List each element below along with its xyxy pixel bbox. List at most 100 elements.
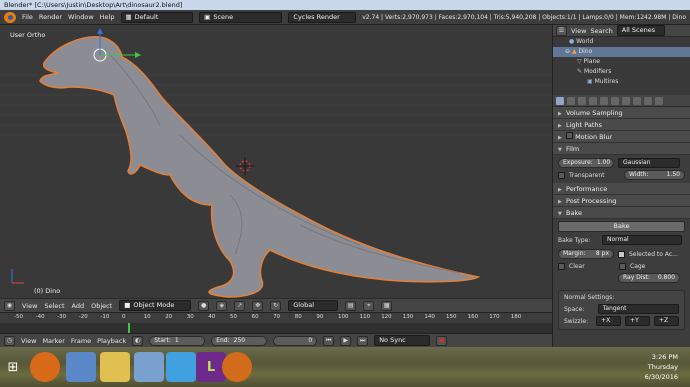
panel-motion-blur[interactable]: ▶ Motion Blur xyxy=(553,131,690,143)
margin-field[interactable]: Margin: 8 px xyxy=(558,249,614,259)
menu-window[interactable]: Window xyxy=(68,13,94,21)
3d-viewport[interactable]: User Ortho (0) Dino xyxy=(0,25,552,298)
bake-type-select[interactable]: Normal xyxy=(602,235,682,245)
play-icon[interactable]: ▶ xyxy=(340,335,352,346)
photos-app-icon[interactable] xyxy=(66,352,96,382)
layers-icon[interactable]: ▤ xyxy=(345,300,357,311)
gizmo-z-arrow-icon[interactable] xyxy=(97,28,103,34)
swizzle-z-select[interactable]: +Z xyxy=(654,316,679,326)
timeline-editor-icon[interactable]: ◷ xyxy=(4,335,15,346)
bake-button[interactable]: Bake xyxy=(558,221,685,232)
texture-tab-icon[interactable] xyxy=(655,96,663,105)
timeline-track[interactable] xyxy=(0,323,552,333)
image-viewer-icon[interactable] xyxy=(166,352,196,382)
shading-icon[interactable]: ● xyxy=(198,300,210,311)
blender-taskbar-icon[interactable] xyxy=(222,352,252,382)
ray-dist-row: Ray Dist: 0.800 xyxy=(553,272,690,284)
file-explorer-icon[interactable] xyxy=(134,352,164,382)
clear-checkbox[interactable] xyxy=(558,262,565,270)
preview-range-icon[interactable]: ◐ xyxy=(132,335,144,346)
end-frame-field[interactable]: End: 250 xyxy=(211,335,268,346)
bake-type-value: Normal xyxy=(607,236,629,243)
panel-film[interactable]: ▼ Film xyxy=(553,143,690,155)
world-tab-icon[interactable] xyxy=(589,96,597,105)
ray-dist-field[interactable]: Ray Dist: 0.800 xyxy=(618,273,680,283)
swizzle-y-select[interactable]: +Y xyxy=(625,316,651,326)
exposure-field[interactable]: Exposure: 1.00 xyxy=(558,158,614,168)
mode-select[interactable]: ■ Object Mode xyxy=(119,300,192,311)
vp-menu-view[interactable]: View xyxy=(22,302,37,310)
panel-light-paths[interactable]: ▶ Light Paths xyxy=(553,119,690,131)
gizmo-y-arrow-icon[interactable] xyxy=(135,52,141,58)
editor-type-icon[interactable]: ◉ xyxy=(4,300,15,311)
constraints-tab-icon[interactable] xyxy=(611,96,619,105)
tl-menu-view[interactable]: View xyxy=(21,337,36,345)
outliner-filter-select[interactable]: All Scenes xyxy=(616,25,665,36)
folder-icon[interactable] xyxy=(100,352,130,382)
menu-render[interactable]: Render xyxy=(39,13,62,21)
transparent-checkbox[interactable] xyxy=(558,171,565,179)
start-button-icon[interactable]: ⊞ xyxy=(2,352,24,382)
outliner-menu-view[interactable]: View xyxy=(571,27,586,35)
record-icon[interactable]: ● xyxy=(436,335,448,346)
tl-menu-frame[interactable]: Frame xyxy=(71,337,91,345)
manipulator-icon[interactable]: ↗ xyxy=(234,300,246,311)
pivot-icon[interactable]: ◈ xyxy=(216,300,228,311)
panel-bake[interactable]: ▼ Bake xyxy=(553,207,690,219)
tl-menu-marker[interactable]: Marker xyxy=(42,337,64,345)
outliner-row-multires[interactable]: ▣ Multires xyxy=(553,77,690,87)
dinosaur-mesh[interactable] xyxy=(39,36,481,298)
screen-layout-select[interactable]: ▦ Default xyxy=(120,11,194,23)
outliner-menu-search[interactable]: Search xyxy=(590,27,612,35)
layers-tab-icon[interactable] xyxy=(567,96,575,105)
timeline[interactable]: -50 -40 -30 -20 -10 0 10 20 30 40 50 60 70 80 90 100 110… xyxy=(0,312,552,333)
current-frame-line[interactable] xyxy=(128,323,130,333)
firefox-icon[interactable] xyxy=(30,352,60,382)
jump-start-icon[interactable]: ⏮ xyxy=(323,335,335,346)
scene-tab-icon[interactable] xyxy=(578,96,586,105)
snap-icon[interactable]: ⌖ xyxy=(363,300,375,311)
cage-checkbox[interactable] xyxy=(619,262,626,270)
menu-help[interactable]: Help xyxy=(100,13,115,21)
timeline-tick: -30 xyxy=(57,314,67,320)
modifiers-tab-icon[interactable] xyxy=(622,96,630,105)
data-tab-icon[interactable] xyxy=(633,96,641,105)
outliner-row-dino[interactable]: ⊖ ▲ Dino xyxy=(553,47,690,57)
translate-icon[interactable]: ✥ xyxy=(252,300,264,311)
orientation-select[interactable]: Global xyxy=(288,300,339,311)
outliner-row-plane[interactable]: ▽ Plane xyxy=(553,57,690,67)
material-tab-icon[interactable] xyxy=(644,96,652,105)
tl-menu-playback[interactable]: Playback xyxy=(97,337,126,345)
end-label: End: xyxy=(216,336,230,344)
current-frame-field[interactable]: 0 xyxy=(273,335,318,346)
menu-file[interactable]: File xyxy=(22,13,33,21)
selected-to-active-checkbox[interactable] xyxy=(618,250,625,258)
render-engine-select[interactable]: Cycles Render xyxy=(288,11,357,23)
rotate-icon[interactable]: ↻ xyxy=(270,300,282,311)
render-preview-icon[interactable]: ▦ xyxy=(381,300,393,311)
outliner-editor-icon[interactable]: ☰ xyxy=(556,25,567,36)
filter-select[interactable]: Gaussian xyxy=(618,158,680,168)
motion-blur-checkbox[interactable] xyxy=(566,132,573,139)
panel-post-processing[interactable]: ▶ Post Processing xyxy=(553,195,690,207)
render-tab-icon[interactable] xyxy=(556,96,564,105)
object-tab-icon[interactable] xyxy=(600,96,608,105)
scene-select[interactable]: ▣ Scene xyxy=(199,11,283,23)
space-select[interactable]: Tangent xyxy=(597,304,679,314)
swizzle-x-select[interactable]: +X xyxy=(596,316,622,326)
start-frame-field[interactable]: Start: 1 xyxy=(149,335,206,346)
filter-width-field[interactable]: Width: 1.50 xyxy=(624,170,685,180)
3d-cursor-icon[interactable] xyxy=(236,157,254,175)
jump-end-icon[interactable]: ⏭ xyxy=(357,335,369,346)
vp-menu-add[interactable]: Add xyxy=(72,302,85,310)
system-tray[interactable]: 3:26 PM Thursday 6/30/2016 xyxy=(580,347,690,387)
panel-volume-sampling[interactable]: ▶ Volume Sampling xyxy=(553,107,690,119)
vp-menu-object[interactable]: Object xyxy=(91,302,112,310)
sync-select[interactable]: No Sync xyxy=(374,335,431,346)
expand-icon[interactable]: ⊖ xyxy=(565,48,570,55)
outliner-row-world[interactable]: ● World xyxy=(553,37,690,47)
blender-logo-icon[interactable] xyxy=(4,11,16,23)
vp-menu-select[interactable]: Select xyxy=(44,302,64,310)
panel-performance[interactable]: ▶ Performance xyxy=(553,183,690,195)
outliner-row-modifiers[interactable]: ✎ Modifiers xyxy=(553,67,690,77)
